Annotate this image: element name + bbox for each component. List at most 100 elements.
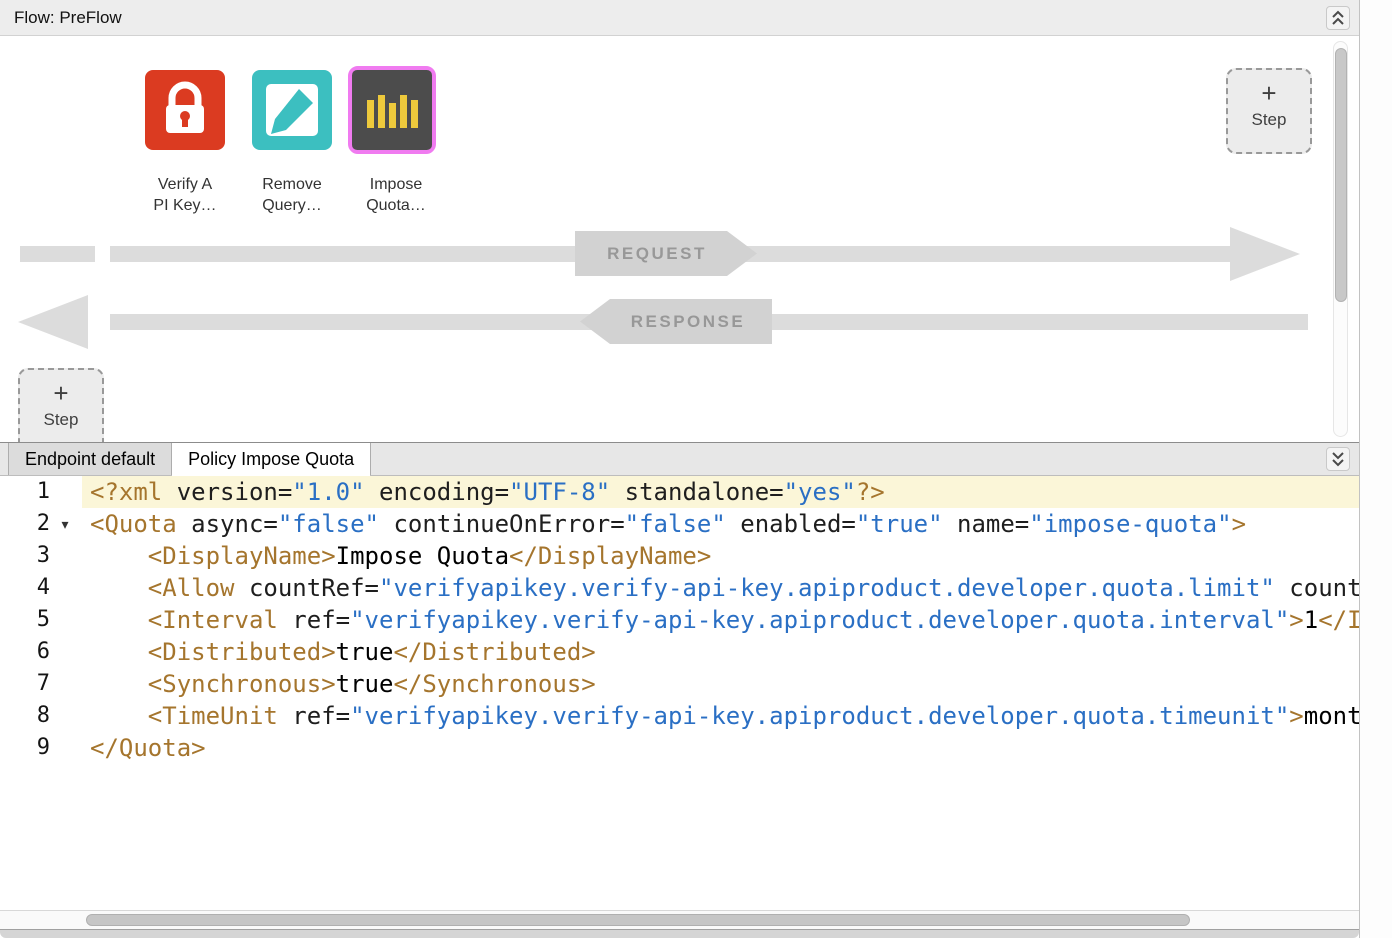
collapse-editor-button[interactable] bbox=[1326, 447, 1350, 471]
code-token: continueOnError= bbox=[379, 510, 625, 538]
code-token: "yes" bbox=[784, 478, 856, 506]
code-text[interactable]: <TimeUnit ref="verifyapikey.verify-api-k… bbox=[82, 700, 1359, 732]
policy-impose-quota-selected[interactable] bbox=[348, 66, 436, 154]
response-label-text: RESPONSE bbox=[631, 312, 745, 332]
code-token: version= bbox=[177, 478, 293, 506]
code-token bbox=[90, 542, 148, 570]
policy-label-line: Impose bbox=[341, 174, 451, 195]
code-token bbox=[90, 574, 148, 602]
line-number-gutter: 6 bbox=[0, 636, 82, 668]
code-token: </Distributed> bbox=[393, 638, 595, 666]
code-line[interactable]: 3 <DisplayName>Impose Quota</DisplayName… bbox=[0, 540, 1359, 572]
code-token: "verifyapikey.verify-api-key.apiproduct.… bbox=[379, 574, 1275, 602]
code-token: </Quota> bbox=[90, 734, 206, 762]
code-text[interactable]: <Allow countRef="verifyapikey.verify-api… bbox=[82, 572, 1359, 604]
code-token: "false" bbox=[278, 510, 379, 538]
line-number-gutter: 2▾ bbox=[0, 508, 82, 540]
tab-endpoint-default[interactable]: Endpoint default bbox=[8, 443, 172, 475]
line-number: 7 bbox=[0, 668, 50, 700]
line-number-gutter: 7 bbox=[0, 668, 82, 700]
code-text[interactable]: <Interval ref="verifyapikey.verify-api-k… bbox=[82, 604, 1359, 636]
policy-label-line: PI Key… bbox=[130, 195, 240, 216]
step-button-label: Step bbox=[1228, 110, 1310, 130]
line-number-gutter: 8 bbox=[0, 700, 82, 732]
flow-canvas: Verify A PI Key… Remove Query… bbox=[0, 36, 1359, 442]
code-editor[interactable]: 1 <?xml version="1.0" encoding="UTF-8" st… bbox=[0, 476, 1359, 929]
line-number-gutter: 5 bbox=[0, 604, 82, 636]
flow-panel-title: Flow: PreFlow bbox=[14, 0, 122, 35]
code-line[interactable]: 9</Quota> bbox=[0, 732, 1359, 764]
chevrons-down-icon bbox=[1331, 451, 1345, 467]
code-token: <Distributed> bbox=[148, 638, 336, 666]
plus-icon: + bbox=[20, 378, 102, 408]
code-line[interactable]: 4 <Allow countRef="verifyapikey.verify-a… bbox=[0, 572, 1359, 604]
code-token: <Quota bbox=[90, 510, 177, 538]
add-step-button-request[interactable]: + Step bbox=[1226, 68, 1312, 154]
code-text[interactable]: <Quota async="false" continueOnError="fa… bbox=[82, 508, 1359, 540]
code-line[interactable]: 7 <Synchronous>true</Synchronous> bbox=[0, 668, 1359, 700]
collapse-flow-button[interactable] bbox=[1326, 6, 1350, 30]
screen: Flow: PreFlow Verify A PI Key… bbox=[0, 0, 1392, 938]
policy-remove-query[interactable] bbox=[252, 70, 332, 150]
window-bottom-edge bbox=[0, 929, 1359, 938]
line-number: 1 bbox=[0, 476, 50, 508]
code-token: </I bbox=[1318, 606, 1359, 634]
code-token bbox=[90, 702, 148, 730]
response-arrowhead-icon bbox=[18, 295, 88, 349]
add-step-button-response[interactable]: + Step bbox=[18, 368, 104, 442]
flow-vertical-scrollbar[interactable] bbox=[1333, 41, 1348, 437]
policy-impose-quota[interactable] bbox=[352, 70, 432, 150]
code-text[interactable]: <DisplayName>Impose Quota</DisplayName> bbox=[82, 540, 1359, 572]
pencil-icon bbox=[252, 70, 332, 150]
code-token: <DisplayName> bbox=[148, 542, 336, 570]
tab-label: Endpoint default bbox=[25, 449, 155, 470]
code-token: <?xml bbox=[90, 478, 177, 506]
policy-label-line: Verify A bbox=[130, 174, 240, 195]
request-label: REQUEST bbox=[575, 231, 757, 276]
code-token: "true" bbox=[856, 510, 943, 538]
line-number-gutter: 3 bbox=[0, 540, 82, 572]
editor-tab-bar: Endpoint default Policy Impose Quota bbox=[0, 442, 1359, 476]
line-number: 2 bbox=[0, 508, 50, 540]
tab-policy-impose-quota[interactable]: Policy Impose Quota bbox=[172, 443, 371, 475]
code-text[interactable]: </Quota> bbox=[82, 732, 1359, 764]
code-line[interactable]: 2▾<Quota async="false" continueOnError="… bbox=[0, 508, 1359, 540]
code-text[interactable]: <?xml version="1.0" encoding="UTF-8" sta… bbox=[82, 476, 1359, 508]
code-token: > bbox=[1289, 702, 1303, 730]
code-token: <TimeUnit bbox=[148, 702, 278, 730]
window-right-edge bbox=[1359, 0, 1392, 938]
code-token: "UTF-8" bbox=[509, 478, 610, 506]
code-line[interactable]: 5 <Interval ref="verifyapikey.verify-api… bbox=[0, 604, 1359, 636]
editor-horizontal-scrollbar[interactable] bbox=[0, 910, 1359, 929]
code-line[interactable]: 8 <TimeUnit ref="verifyapikey.verify-api… bbox=[0, 700, 1359, 732]
code-token: async= bbox=[177, 510, 278, 538]
code-token: "verifyapikey.verify-api-key.apiproduct.… bbox=[350, 606, 1289, 634]
code-token: ref= bbox=[278, 702, 350, 730]
code-token: > bbox=[1232, 510, 1246, 538]
policy-verify-api-key[interactable] bbox=[145, 70, 225, 150]
flow-header: Flow: PreFlow bbox=[0, 0, 1359, 36]
request-arrowhead-icon bbox=[1230, 227, 1300, 281]
scrollbar-thumb[interactable] bbox=[86, 914, 1190, 926]
fold-spacer bbox=[50, 668, 80, 700]
line-number: 3 bbox=[0, 540, 50, 572]
code-lines: 1 <?xml version="1.0" encoding="UTF-8" st… bbox=[0, 476, 1359, 764]
code-token: <Allow bbox=[148, 574, 235, 602]
code-token: name= bbox=[943, 510, 1030, 538]
code-token: countRef= bbox=[235, 574, 380, 602]
code-token: </DisplayName> bbox=[509, 542, 711, 570]
code-token: mont bbox=[1304, 702, 1359, 730]
code-text[interactable]: <Synchronous>true</Synchronous> bbox=[82, 668, 1359, 700]
code-text[interactable]: <Distributed>true</Distributed> bbox=[82, 636, 1359, 668]
policy-label-impose-quota: Impose Quota… bbox=[341, 174, 451, 216]
chevrons-up-icon bbox=[1331, 10, 1345, 26]
code-token: </Synchronous> bbox=[393, 670, 595, 698]
code-line[interactable]: 6 <Distributed>true</Distributed> bbox=[0, 636, 1359, 668]
fold-spacer bbox=[50, 636, 80, 668]
scrollbar-thumb[interactable] bbox=[1335, 48, 1347, 302]
fold-toggle-icon[interactable]: ▾ bbox=[50, 508, 80, 540]
policy-label-line: Quota… bbox=[341, 195, 451, 216]
code-token: > bbox=[1289, 606, 1303, 634]
code-token: ref= bbox=[278, 606, 350, 634]
code-line[interactable]: 1 <?xml version="1.0" encoding="UTF-8" st… bbox=[0, 476, 1359, 508]
